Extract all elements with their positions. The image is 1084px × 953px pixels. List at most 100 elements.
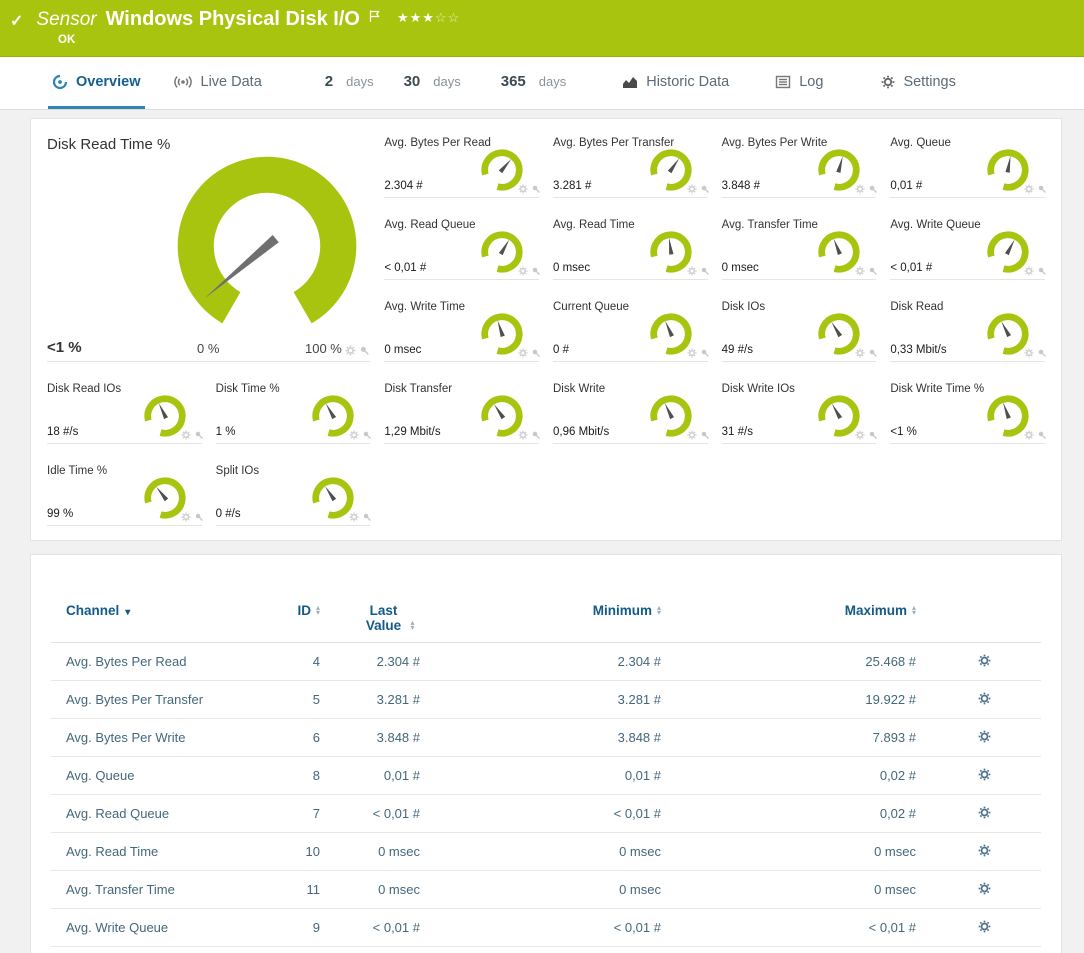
tab-30-days[interactable]: 30 days xyxy=(400,57,465,109)
gauge-settings-icon[interactable] xyxy=(855,430,865,440)
gauge-pin-icon[interactable] xyxy=(700,348,710,358)
gauge-settings-icon[interactable] xyxy=(1024,430,1034,440)
gauge-settings-icon[interactable] xyxy=(1024,184,1034,194)
star-empty-icon[interactable]: ☆ xyxy=(435,10,448,25)
channel-settings-icon[interactable] xyxy=(978,920,991,933)
tab-settings[interactable]: Settings xyxy=(877,57,959,109)
gauge-pin-icon[interactable] xyxy=(1037,184,1047,194)
star-filled-icon[interactable]: ★ xyxy=(397,10,410,25)
gauge-title: Disk Write IOs xyxy=(722,383,795,395)
gauge-settings-icon[interactable] xyxy=(345,345,356,356)
gauge-pin-icon[interactable] xyxy=(1037,430,1047,440)
star-empty-icon[interactable]: ☆ xyxy=(448,10,461,25)
sort-icon: ▴▾ xyxy=(316,605,320,615)
gauge-settings-icon[interactable] xyxy=(687,266,697,276)
favorite-rating[interactable]: ★★★☆☆ xyxy=(397,10,460,26)
gauge-pin-icon[interactable] xyxy=(700,184,710,194)
gauge-settings-icon[interactable] xyxy=(349,512,359,522)
gauge-settings-icon[interactable] xyxy=(687,348,697,358)
cell-id: 8 xyxy=(266,768,338,783)
table-row: Avg. Read Time 10 0 msec 0 msec 0 msec xyxy=(51,833,1041,871)
tab-overview[interactable]: Overview xyxy=(48,57,145,109)
gauge-settings-icon[interactable] xyxy=(518,348,528,358)
gauge-settings-icon[interactable] xyxy=(687,430,697,440)
tab-live-data[interactable]: Live Data xyxy=(169,57,266,109)
gauge-settings-icon[interactable] xyxy=(349,430,359,440)
cell-last-value: 3.848 # xyxy=(338,730,438,745)
cell-maximum: 7.893 # xyxy=(673,730,928,745)
channel-settings-icon[interactable] xyxy=(978,730,991,743)
gauge-settings-icon[interactable] xyxy=(687,184,697,194)
gauge-pin-icon[interactable] xyxy=(194,430,204,440)
gauge-pin-icon[interactable] xyxy=(1037,348,1047,358)
gauge-settings-icon[interactable] xyxy=(855,184,865,194)
gauge-title: Idle Time % xyxy=(47,465,107,477)
gauge-pin-icon[interactable] xyxy=(362,512,372,522)
star-filled-icon[interactable]: ★ xyxy=(410,10,423,25)
channel-settings-icon[interactable] xyxy=(978,882,991,895)
channel-gauge: Avg. Bytes Per Write 3.848 # xyxy=(722,134,877,198)
cell-maximum: 0,02 # xyxy=(673,806,928,821)
tab-label: Log xyxy=(799,74,823,90)
gauge-value: 0 msec xyxy=(722,262,759,274)
header-channel[interactable]: Channel▾ xyxy=(51,603,266,618)
tab-365-days[interactable]: 365 days xyxy=(497,57,571,109)
cell-maximum: 0 msec xyxy=(673,844,928,859)
gauge-settings-icon[interactable] xyxy=(855,348,865,358)
channel-settings-icon[interactable] xyxy=(978,654,991,667)
cell-channel: Avg. Write Queue xyxy=(51,920,266,935)
channel-gauge: Avg. Read Time 0 msec xyxy=(553,216,708,280)
gauge-settings-icon[interactable] xyxy=(181,430,191,440)
channel-settings-icon[interactable] xyxy=(978,844,991,857)
gauge-pin-icon[interactable] xyxy=(362,430,372,440)
gauge-pin-icon[interactable] xyxy=(531,430,541,440)
gauge-pin-icon[interactable] xyxy=(868,348,878,358)
gauge-pin-icon[interactable] xyxy=(868,184,878,194)
gauge-value: 0,96 Mbit/s xyxy=(553,426,609,438)
tab-historic-data[interactable]: Historic Data xyxy=(618,57,733,109)
gauge-pin-icon[interactable] xyxy=(700,430,710,440)
cell-minimum: 3.848 # xyxy=(438,730,673,745)
gauge-value: 0 # xyxy=(553,344,569,356)
gauge-settings-icon[interactable] xyxy=(1024,348,1034,358)
gauge-value: 0 #/s xyxy=(216,508,241,520)
channel-gauge: Disk Transfer 1,29 Mbit/s xyxy=(384,380,539,444)
priority-flag-icon[interactable] xyxy=(368,9,381,28)
gauge-pin-icon[interactable] xyxy=(531,184,541,194)
tab-log[interactable]: Log xyxy=(771,57,827,109)
gauge-settings-icon[interactable] xyxy=(1024,266,1034,276)
gauge-pin-icon[interactable] xyxy=(1037,266,1047,276)
cell-channel: Avg. Bytes Per Read xyxy=(51,654,266,669)
gauge-pin-icon[interactable] xyxy=(700,266,710,276)
tab-label: days xyxy=(539,74,566,89)
channel-gauge: Disk Read 0,33 Mbit/s xyxy=(890,298,1045,362)
cell-last-value: < 0,01 # xyxy=(338,920,438,935)
star-filled-icon[interactable]: ★ xyxy=(422,10,435,25)
channel-settings-icon[interactable] xyxy=(978,768,991,781)
gauge-title: Disk Read xyxy=(890,301,943,313)
gauge-pin-icon[interactable] xyxy=(868,266,878,276)
gauge-pin-icon[interactable] xyxy=(194,512,204,522)
gauge-value: 0,33 Mbit/s xyxy=(890,344,946,356)
cell-last-value: < 0,01 # xyxy=(338,806,438,821)
gauge-settings-icon[interactable] xyxy=(855,266,865,276)
gauge-settings-icon[interactable] xyxy=(518,184,528,194)
gauge-title: Avg. Bytes Per Write xyxy=(722,137,828,149)
cell-minimum: 2.304 # xyxy=(438,654,673,669)
header-last-value[interactable]: Last Value▴▾ xyxy=(338,603,438,633)
gauge-settings-icon[interactable] xyxy=(518,430,528,440)
gauge-pin-icon[interactable] xyxy=(868,430,878,440)
gauge-settings-icon[interactable] xyxy=(181,512,191,522)
gauge-pin-icon[interactable] xyxy=(531,348,541,358)
channel-gauge: Avg. Bytes Per Transfer 3.281 # xyxy=(553,134,708,198)
gauge-settings-icon[interactable] xyxy=(518,266,528,276)
header-maximum[interactable]: Maximum▴▾ xyxy=(673,603,928,618)
channel-settings-icon[interactable] xyxy=(978,692,991,705)
channel-settings-icon[interactable] xyxy=(978,806,991,819)
header-minimum[interactable]: Minimum▴▾ xyxy=(438,603,673,618)
tab-2-days[interactable]: 2 days xyxy=(321,57,378,109)
channel-gauge: Disk IOs 49 #/s xyxy=(722,298,877,362)
gauge-pin-icon[interactable] xyxy=(531,266,541,276)
gauge-pin-icon[interactable] xyxy=(359,345,370,356)
header-id[interactable]: ID▴▾ xyxy=(266,603,338,618)
